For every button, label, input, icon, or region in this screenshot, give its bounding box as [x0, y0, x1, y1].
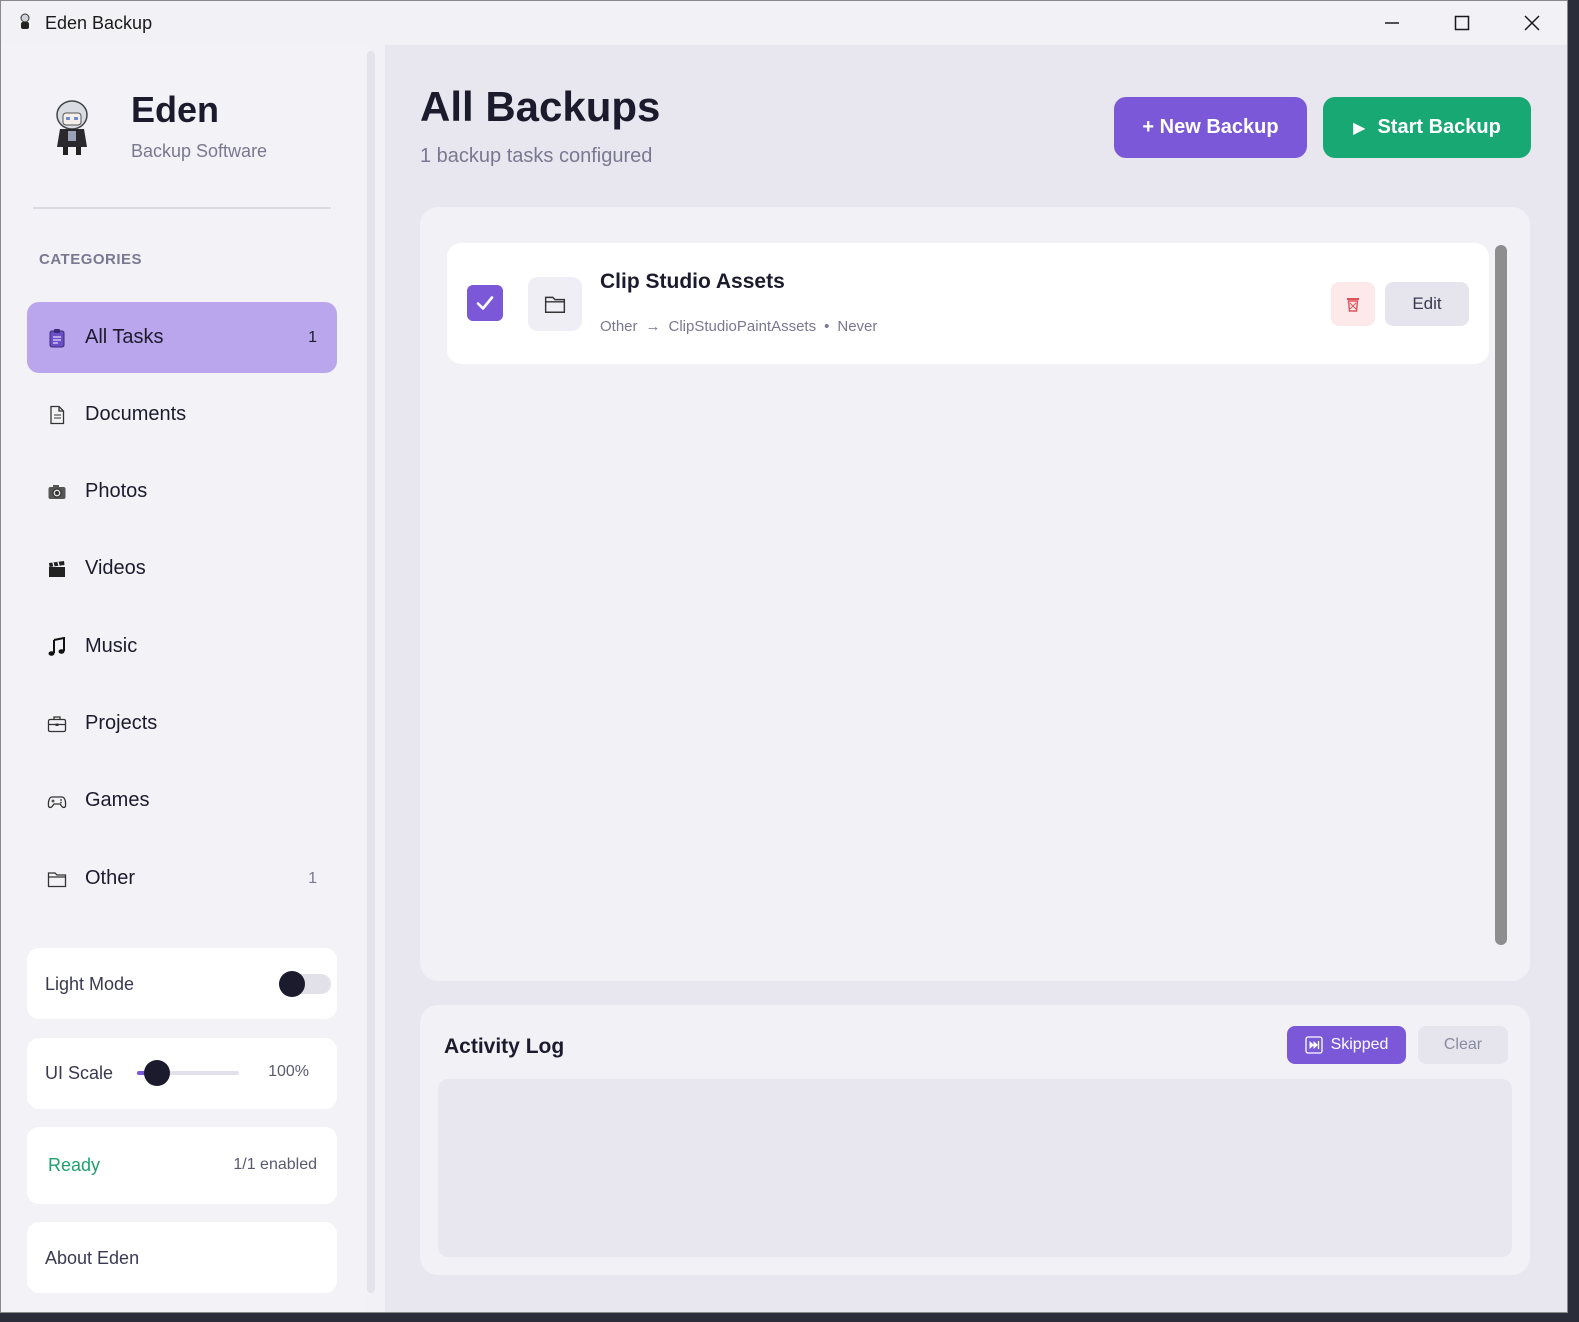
- activity-log-title: Activity Log: [444, 1035, 565, 1058]
- edit-label: Edit: [1412, 294, 1442, 313]
- start-backup-label: Start Backup: [1377, 116, 1501, 138]
- status-card: Ready 1/1 enabled: [27, 1127, 337, 1204]
- sidebar-scrollbar[interactable]: [367, 51, 375, 1293]
- task-destination: ClipStudioPaintAssets: [668, 318, 817, 335]
- task-card: Clip Studio Assets Other → ClipStudioPai…: [447, 243, 1489, 364]
- task-name: Clip Studio Assets: [600, 270, 785, 293]
- clapperboard-icon: [49, 561, 65, 577]
- skipped-label: Skipped: [1330, 1036, 1389, 1053]
- play-icon: ▶: [1353, 119, 1366, 137]
- sidebar-item-label: All Tasks: [85, 326, 164, 348]
- close-button[interactable]: [1497, 1, 1567, 45]
- gamepad-icon: [47, 796, 67, 809]
- sidebar: Eden Backup Software CATEGORIES All Task…: [1, 45, 366, 1312]
- task-category-badge: [528, 277, 582, 331]
- sidebar-item-label: Music: [85, 635, 138, 657]
- skip-forward-icon: [1304, 1036, 1323, 1054]
- folder-icon: [544, 296, 566, 313]
- sidebar-item-games[interactable]: Games: [27, 765, 337, 836]
- folder-icon: [47, 872, 67, 888]
- briefcase-icon: [47, 716, 67, 733]
- eden-app-icon: [20, 13, 30, 29]
- about-label: About Eden: [45, 1248, 140, 1268]
- ui-scale-label: UI Scale: [45, 1063, 114, 1083]
- clipboard-icon: [49, 329, 65, 348]
- status-text: Ready: [48, 1155, 101, 1175]
- slider-handle[interactable]: [144, 1060, 171, 1086]
- close-icon: [1524, 15, 1540, 31]
- edit-task-button[interactable]: Edit: [1385, 282, 1469, 326]
- sidebar-item-other[interactable]: Other 1: [27, 843, 337, 914]
- minimize-button[interactable]: [1357, 1, 1427, 45]
- separator-dot: •: [824, 318, 830, 335]
- sidebar-item-photos[interactable]: Photos: [27, 456, 337, 527]
- enabled-count: 1/1 enabled: [233, 1156, 317, 1173]
- minimize-icon: [1385, 22, 1399, 24]
- page-subtitle: 1 backup tasks configured: [420, 145, 653, 167]
- light-mode-label: Light Mode: [45, 974, 135, 994]
- tasks-panel: Clip Studio Assets Other → ClipStudioPai…: [420, 207, 1530, 981]
- sidebar-item-videos[interactable]: Videos: [27, 533, 337, 604]
- clear-log-button[interactable]: Clear: [1418, 1026, 1508, 1064]
- avatar: [56, 100, 88, 155]
- arrow-icon: →: [645, 318, 661, 335]
- window-title: Eden Backup: [45, 13, 153, 33]
- sidebar-item-label: Projects: [85, 712, 158, 734]
- activity-log-area: [438, 1079, 1512, 1257]
- ui-scale-card: UI Scale 100%: [27, 1038, 337, 1109]
- ui-scale-value: 100%: [268, 1063, 309, 1080]
- light-mode-card: Light Mode: [27, 948, 337, 1019]
- task-enabled-checkbox[interactable]: [467, 285, 503, 321]
- trash-icon: [1347, 298, 1359, 312]
- skipped-filter-button[interactable]: Skipped: [1287, 1026, 1406, 1064]
- activity-log-panel: Activity Log Skipped Clear: [420, 1005, 1530, 1275]
- sidebar-item-documents[interactable]: Documents: [27, 379, 337, 450]
- sidebar-item-count: 1: [308, 328, 317, 346]
- brand-subtitle: Backup Software: [131, 141, 268, 161]
- task-meta: Other → ClipStudioPaintAssets • Never: [600, 318, 877, 335]
- checkmark-icon: [476, 296, 494, 310]
- sidebar-item-all-tasks[interactable]: All Tasks 1: [27, 302, 337, 373]
- task-category: Other: [600, 318, 638, 335]
- document-icon: [50, 405, 65, 425]
- delete-task-button[interactable]: [1331, 282, 1375, 326]
- toggle-knob: [279, 971, 305, 997]
- sidebar-item-music[interactable]: Music: [27, 611, 337, 682]
- app-window: Eden Backup Eden Backup Software CATEGOR…: [0, 0, 1568, 1313]
- sidebar-item-label: Games: [85, 789, 150, 811]
- tasks-scrollbar[interactable]: [1495, 245, 1507, 945]
- task-last-run: Never: [837, 318, 878, 335]
- sidebar-item-label: Other: [85, 867, 136, 889]
- sidebar-item-label: Videos: [85, 557, 146, 579]
- maximize-icon: [1454, 15, 1470, 31]
- divider: [33, 207, 331, 209]
- title-bar: Eden Backup: [1, 1, 1567, 45]
- new-backup-button[interactable]: + New Backup: [1114, 97, 1307, 158]
- maximize-button[interactable]: [1427, 1, 1497, 45]
- sidebar-item-projects[interactable]: Projects: [27, 688, 337, 759]
- light-mode-toggle[interactable]: [279, 971, 331, 997]
- clear-label: Clear: [1443, 1036, 1483, 1053]
- camera-icon: [48, 485, 66, 499]
- sidebar-item-label: Documents: [85, 403, 187, 425]
- about-button[interactable]: About Eden: [27, 1222, 337, 1293]
- new-backup-label: + New Backup: [1142, 116, 1279, 138]
- sidebar-item-label: Photos: [85, 480, 148, 502]
- start-backup-button[interactable]: ▶ Start Backup: [1323, 97, 1531, 158]
- music-note-icon: [48, 637, 65, 656]
- brand-name: Eden: [131, 89, 220, 130]
- main-content: All Backups 1 backup tasks configured + …: [385, 45, 1567, 1312]
- page-title: All Backups: [420, 83, 661, 130]
- ui-scale-slider[interactable]: [137, 1060, 239, 1086]
- sidebar-item-count: 1: [308, 869, 317, 887]
- categories-heading: CATEGORIES: [39, 251, 143, 268]
